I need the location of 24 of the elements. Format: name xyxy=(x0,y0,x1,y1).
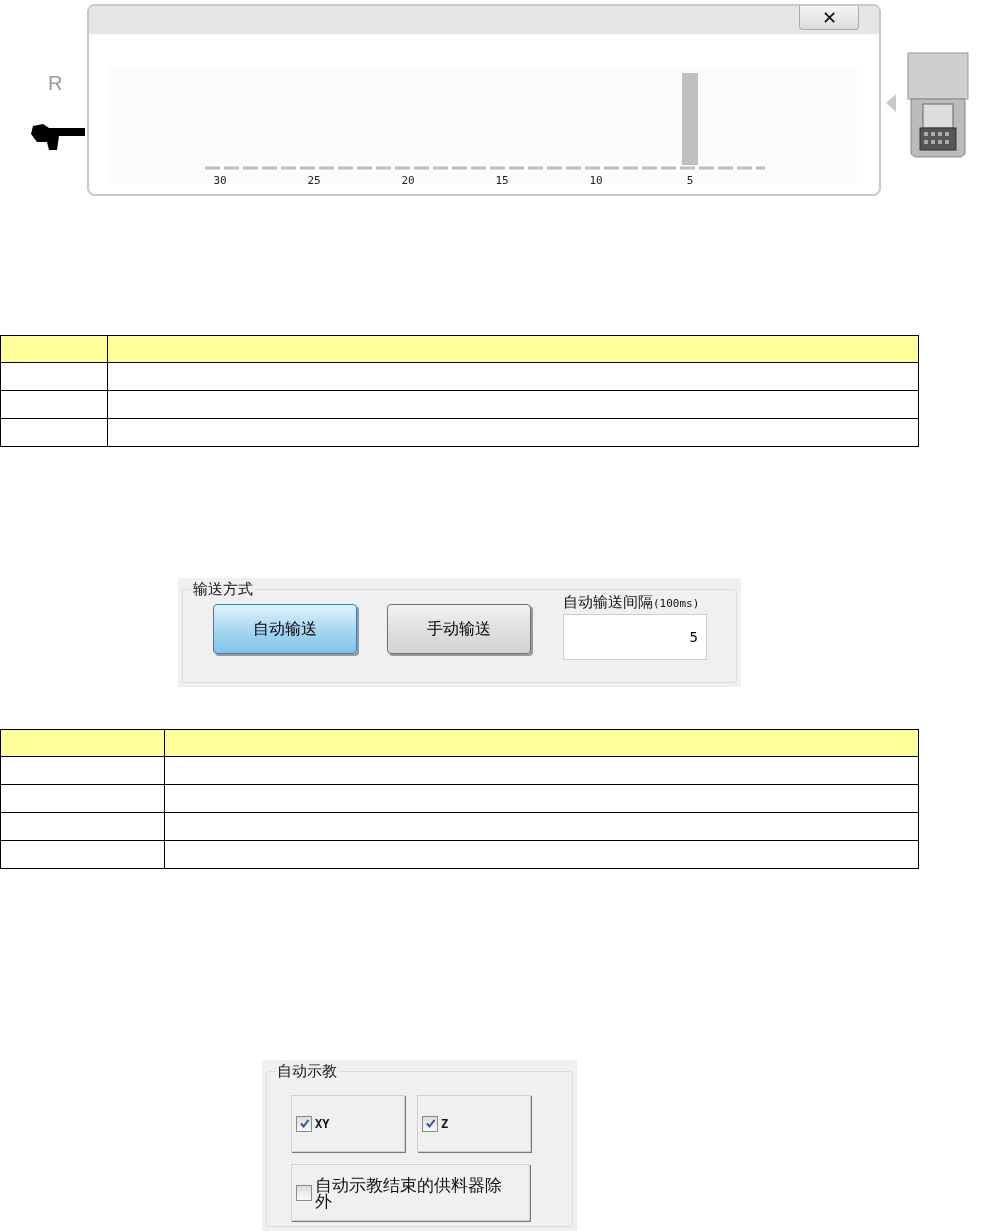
checkbox-button[interactable]: XY xyxy=(291,1095,405,1152)
group-title: 自动示教 xyxy=(276,1062,338,1081)
group-title: 输送方式 xyxy=(192,580,254,599)
transfer-mode-button[interactable]: 自动输送 xyxy=(213,604,357,654)
axis-tick: 10 xyxy=(589,174,603,187)
close-button[interactable]: ✕ xyxy=(799,6,859,30)
checkbox[interactable] xyxy=(296,1184,312,1201)
checkbox-button[interactable]: Z xyxy=(417,1095,531,1152)
interval-label: 自动输送间隔(100ms) xyxy=(563,593,701,612)
feeder-device-icon xyxy=(907,52,969,158)
left-triangle-icon xyxy=(886,94,896,112)
checkbox[interactable] xyxy=(422,1115,438,1132)
axis-tick: 25 xyxy=(307,174,321,187)
check-icon xyxy=(424,1118,436,1129)
interval-field[interactable]: 5 xyxy=(563,614,707,660)
checkbox-button[interactable]: 自动示教结束的供料器除外 xyxy=(291,1164,530,1221)
axis-tick: 20 xyxy=(401,174,415,187)
check-icon xyxy=(298,1118,310,1129)
axis-tick: 30 xyxy=(213,174,227,187)
side-label: R xyxy=(48,72,63,95)
axis-tick: 15 xyxy=(495,174,509,187)
checkbox[interactable] xyxy=(296,1115,312,1132)
transfer-mode-button[interactable]: 手动输送 xyxy=(387,604,531,654)
axis-tick-with-bar: 5 xyxy=(682,73,698,187)
